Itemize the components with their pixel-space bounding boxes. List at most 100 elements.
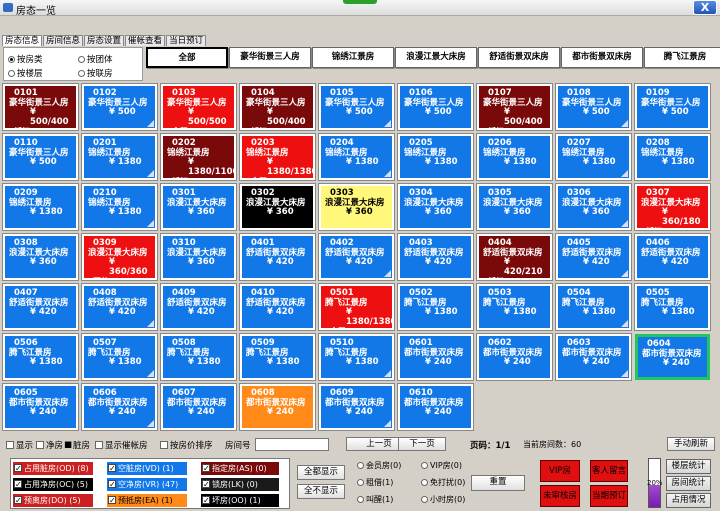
reset-button[interactable]: 重置 [471,475,525,491]
room-tile[interactable]: 0306 浪漫江景大床房 ¥ 360 [555,183,632,231]
room-tile[interactable]: 0404舒适街景双床房¥ 420/210折扣 [476,233,553,281]
legend-checkbox[interactable] [14,462,22,475]
room-tile[interactable]: 0504 腾飞江景房 ¥ 1380 [555,283,632,331]
room-tile[interactable]: 0106 豪华街景三人房 ¥ 500 [397,83,474,131]
legend-item[interactable]: 坏房(OO) (1) [201,494,279,507]
room-tile[interactable]: 0510 腾飞江景房 ¥ 1380 [318,333,395,381]
room-tile[interactable]: 0302 浪漫江景大床房 ¥ 360 [239,183,316,231]
refresh-button[interactable]: 手动刷新 [667,437,715,451]
room-tile[interactable]: 0406 舒适街景双床房 ¥ 420 [634,233,711,281]
legend-item[interactable]: 空净房(VR) (47) [107,478,187,491]
legend-item[interactable]: 占用脏房(OD) (8) [13,462,93,475]
show-all-button[interactable]: 全都显示 [297,465,345,480]
option-radio[interactable]: 租借 (1) [357,477,393,488]
legend-item[interactable]: 指定房(AS) (0) [201,462,279,475]
option-radio[interactable]: 叫醒 (1) [357,494,393,505]
category-4[interactable]: 舒适街景双床房 [478,47,560,68]
room-no-input[interactable] [255,438,329,451]
hide-all-button[interactable]: 全不显示 [297,484,345,499]
category-1[interactable]: 豪华街景三人房 [229,47,311,68]
room-tile[interactable]: 0307浪漫江景大床房¥ 360/180折扣 [634,183,711,231]
legend-checkbox[interactable] [202,462,210,475]
room-tile[interactable]: 0308 浪漫江景大床房 ¥ 360 [2,233,79,281]
tab-3[interactable]: 催帐查看 [125,35,166,46]
radio-by-group[interactable]: 按团体 [78,53,113,65]
option-radio[interactable]: 小时房 (0) [421,494,465,505]
legend-item[interactable]: 锁房(LK) (0) [201,478,279,491]
room-tile[interactable]: 0309浪漫江景大床房¥ 360/360团体 [81,233,158,281]
radio-by-floor[interactable]: 按楼层 [8,67,43,79]
room-tile[interactable]: 0506 腾飞江景房 ¥ 1380 [2,333,79,381]
room-tile[interactable]: 0607 都市街景双床房 ¥ 240 [160,383,237,431]
room-tile[interactable]: 0209 锦绣江景房 ¥ 1380 [2,183,79,231]
unaudited-room-button[interactable]: 未审核房 [540,485,580,507]
room-tile[interactable]: 0104豪华街景三人房¥ 500/400折扣 [239,83,316,131]
category-0[interactable]: 全部 [146,47,228,68]
legend-checkbox[interactable] [108,494,116,507]
show-checkbox[interactable]: 显示 [6,439,33,451]
room-tile[interactable]: 0201 锦绣江景房 ¥ 1380 [81,133,158,181]
radio-by-type[interactable]: 按房类 [8,53,43,65]
legend-checkbox[interactable] [108,462,116,475]
tab-1[interactable]: 房间信息 [43,35,84,46]
vip-room-button[interactable]: VIP房 [540,460,580,482]
room-tile[interactable]: 0508 腾飞江景房 ¥ 1380 [160,333,237,381]
room-tile[interactable]: 0507 腾飞江景房 ¥ 1380 [81,333,158,381]
show-bill-checkbox[interactable]: 显示催帐房 [95,439,148,451]
legend-checkbox[interactable] [202,478,210,491]
room-tile[interactable]: 0610 都市街景双床房 ¥ 240 [397,383,474,431]
room-tile[interactable]: 0304 浪漫江景大床房 ¥ 360 [397,183,474,231]
room-tile[interactable]: 0602 都市街景双床房 ¥ 240 [476,333,553,381]
room-tile[interactable]: 0102 豪华街景三人房 ¥ 500 [81,83,158,131]
legend-item[interactable]: 占用净房(OC) (5) [13,478,93,491]
room-tile[interactable]: 0210 锦绣江景房 ¥ 1380 [81,183,158,231]
price-sort-checkbox[interactable]: 按房价排序 [160,439,213,451]
room-tile[interactable]: 0505 腾飞江景房 ¥ 1380 [634,283,711,331]
room-tile[interactable]: 0208 锦绣江景房 ¥ 1380 [634,133,711,181]
room-tile[interactable]: 0310 浪漫江景大床房 ¥ 360 [160,233,237,281]
room-tile[interactable]: 0109 豪华街景三人房 ¥ 500 [634,83,711,131]
room-tile[interactable]: 0303 浪漫江景大床房 ¥ 360 [318,183,395,231]
stats-button-2[interactable]: 占用情况 [666,493,711,508]
clean-checkbox[interactable]: 净房 ■ 脏房 [36,439,90,451]
stats-button-1[interactable]: 房间统计 [666,476,711,491]
room-tile[interactable]: 0110 豪华街景三人房 ¥ 500 [2,133,79,181]
room-tile[interactable]: 0503 腾飞江景房 ¥ 1380 [476,283,553,331]
legend-checkbox[interactable] [202,494,210,507]
next-page-button[interactable]: 下一页 [398,437,446,451]
legend-checkbox[interactable] [14,478,22,491]
tab-0[interactable]: 房态信息 [2,35,43,46]
legend-item[interactable]: 预离房(DO) (5) [13,494,93,507]
prepay-button[interactable]: 当期预订 [590,485,628,507]
room-tile[interactable]: 0108 豪华街景三人房 ¥ 500 [555,83,632,131]
room-tile[interactable]: 0107豪华街景三人房¥ 500/400折扣 [476,83,553,131]
room-tile[interactable]: 0301 浪漫江景大床房 ¥ 360 [160,183,237,231]
room-tile[interactable]: 0103豪华街景三人房¥ 500/500全租 [160,83,237,131]
room-tile[interactable]: 0202锦绣江景房¥ 1380/1100折扣 [160,133,237,181]
room-tile[interactable]: 0509 腾飞江景房 ¥ 1380 [239,333,316,381]
room-tile[interactable]: 0604 都市街景双床房 ¥ 240 [635,334,710,380]
room-tile[interactable]: 0407 舒适街景双床房 ¥ 420 [2,283,79,331]
tab-2[interactable]: 房态设置 [84,35,125,46]
room-tile[interactable]: 0403 舒适街景双床房 ¥ 420 [397,233,474,281]
guest-message-button[interactable]: 客人留言 [590,460,628,482]
category-3[interactable]: 浪漫江景大床房 [395,47,477,68]
room-tile[interactable]: 0408 舒适街景双床房 ¥ 420 [81,283,158,331]
room-tile[interactable]: 0601 都市街景双床房 ¥ 240 [397,333,474,381]
legend-checkbox[interactable] [108,478,116,491]
option-radio[interactable]: VIP房 (0) [421,460,462,471]
category-5[interactable]: 都市街景双床房 [561,47,643,68]
close-button[interactable]: X [693,0,717,15]
room-tile[interactable]: 0203锦绣江景房¥ 1380/1380全租 [239,133,316,181]
radio-by-connect[interactable]: 按联房 [78,67,113,79]
room-tile[interactable]: 0603 都市街景双床房 ¥ 240 [555,333,632,381]
room-tile[interactable]: 0609 都市街景双床房 ¥ 240 [318,383,395,431]
room-tile[interactable]: 0606 都市街景双床房 ¥ 240 [81,383,158,431]
option-radio[interactable]: 免打扰 (0) [421,477,465,488]
tab-4[interactable]: 当日预订 [166,35,207,46]
option-radio[interactable]: 会员房 (0) [357,460,401,471]
room-tile[interactable]: 0204 锦绣江景房 ¥ 1380 [318,133,395,181]
room-tile[interactable]: 0401 舒适街景双床房 ¥ 420 [239,233,316,281]
room-tile[interactable]: 0409 舒适街景双床房 ¥ 420 [160,283,237,331]
legend-item[interactable]: 预抵房(EA) (1) [107,494,187,507]
